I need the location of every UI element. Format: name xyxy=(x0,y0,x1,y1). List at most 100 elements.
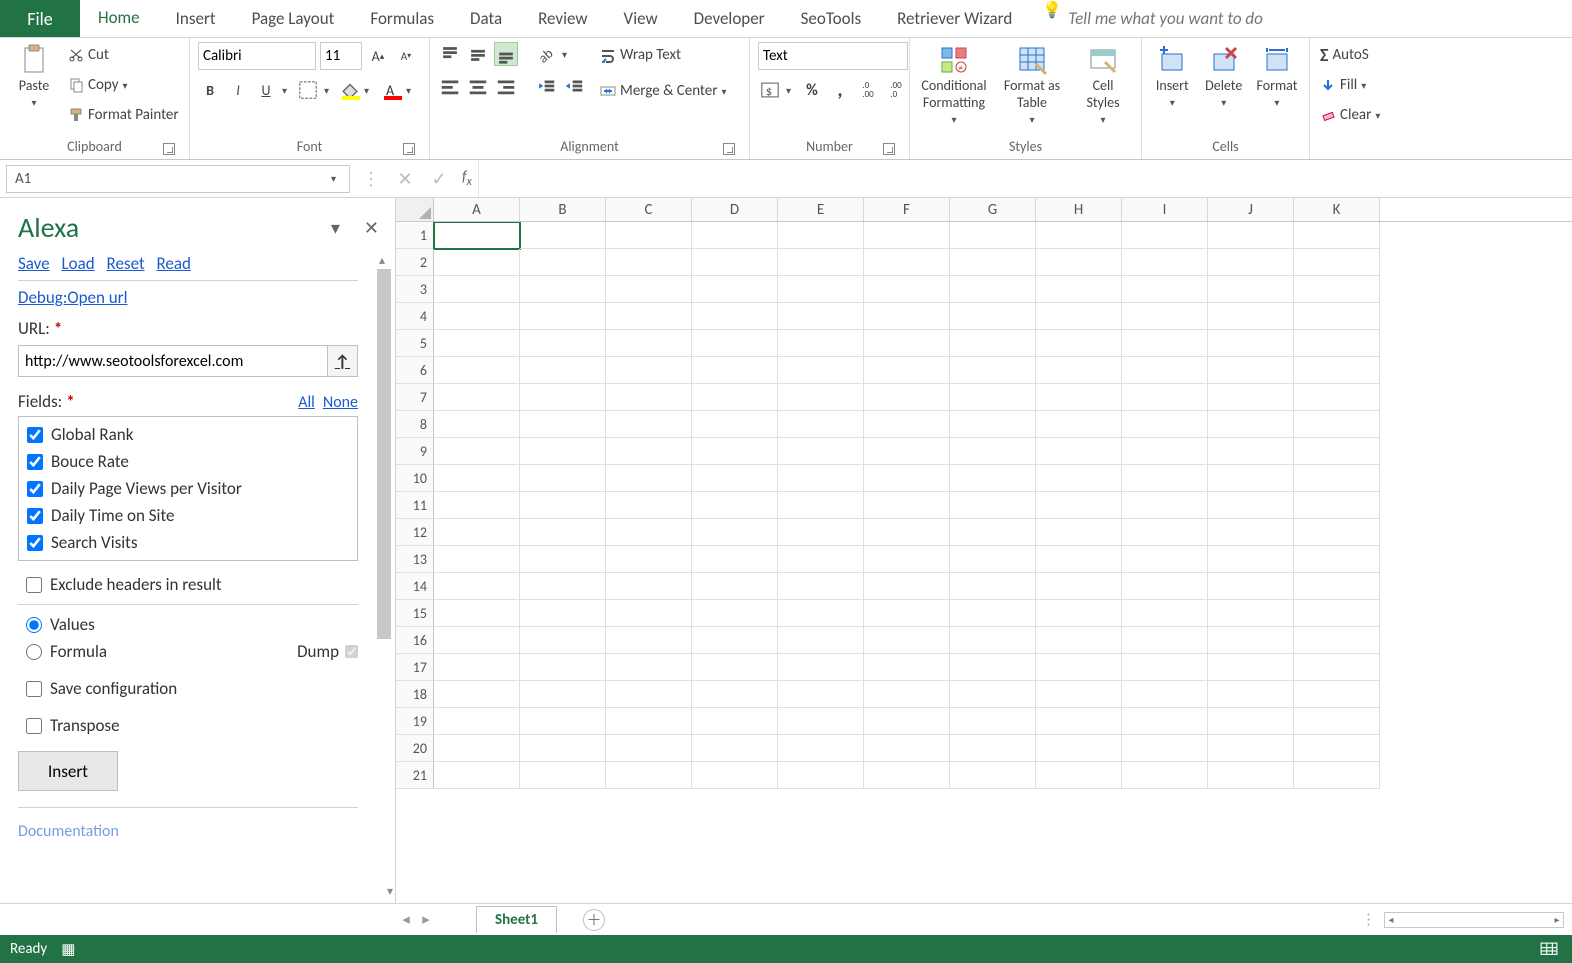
row-header[interactable]: 6 xyxy=(396,357,434,384)
cell[interactable] xyxy=(1122,708,1208,735)
row-header[interactable]: 12 xyxy=(396,519,434,546)
cell[interactable] xyxy=(1294,222,1380,249)
cell[interactable] xyxy=(778,303,864,330)
cell[interactable] xyxy=(434,600,520,627)
cell[interactable] xyxy=(606,222,692,249)
cell[interactable] xyxy=(1122,303,1208,330)
cell[interactable] xyxy=(1122,438,1208,465)
cell[interactable] xyxy=(1208,573,1294,600)
cell[interactable] xyxy=(1294,654,1380,681)
row-header[interactable]: 8 xyxy=(396,411,434,438)
documentation-link[interactable]: Documentation xyxy=(18,822,358,841)
cell[interactable] xyxy=(606,735,692,762)
cell[interactable] xyxy=(1036,465,1122,492)
cell[interactable] xyxy=(1036,708,1122,735)
cell[interactable] xyxy=(950,627,1036,654)
cell[interactable] xyxy=(950,519,1036,546)
cell[interactable] xyxy=(864,573,950,600)
pane-close-button[interactable]: ✕ xyxy=(364,217,379,239)
cell[interactable] xyxy=(1208,330,1294,357)
cell[interactable] xyxy=(864,330,950,357)
cell[interactable] xyxy=(778,708,864,735)
cell[interactable] xyxy=(778,681,864,708)
cell[interactable] xyxy=(950,762,1036,789)
transpose-checkbox[interactable]: Transpose xyxy=(18,712,358,739)
row-header[interactable]: 16 xyxy=(396,627,434,654)
cell[interactable] xyxy=(1036,627,1122,654)
cell[interactable] xyxy=(434,627,520,654)
row-header[interactable]: 18 xyxy=(396,681,434,708)
chevron-down-icon[interactable]: ▾ xyxy=(364,84,374,97)
cell[interactable] xyxy=(778,357,864,384)
row-header[interactable]: 14 xyxy=(396,573,434,600)
cell[interactable] xyxy=(864,654,950,681)
cell[interactable] xyxy=(434,519,520,546)
align-bottom-button[interactable] xyxy=(494,42,518,66)
cell[interactable] xyxy=(520,654,606,681)
chevron-down-icon[interactable]: ▾ xyxy=(1027,114,1037,126)
dump-checkbox[interactable]: Dump xyxy=(297,641,358,662)
field-checkbox[interactable]: Search Visits xyxy=(19,529,357,556)
row-header[interactable]: 4 xyxy=(396,303,434,330)
row-header[interactable]: 17 xyxy=(396,654,434,681)
fx-icon[interactable]: fx xyxy=(456,168,478,189)
orientation-button[interactable]: ab xyxy=(534,42,558,66)
cell[interactable] xyxy=(1122,681,1208,708)
cell[interactable] xyxy=(1036,411,1122,438)
cell[interactable] xyxy=(778,654,864,681)
cell[interactable] xyxy=(1036,519,1122,546)
border-button[interactable] xyxy=(296,78,320,102)
cell[interactable] xyxy=(606,249,692,276)
cell[interactable] xyxy=(1036,681,1122,708)
chevron-down-icon[interactable]: ▾ xyxy=(1272,97,1282,109)
column-header[interactable]: E xyxy=(778,198,864,221)
cell[interactable] xyxy=(692,573,778,600)
chevron-down-icon[interactable]: ▾ xyxy=(282,84,292,97)
cell[interactable] xyxy=(950,222,1036,249)
cell[interactable] xyxy=(864,384,950,411)
cell[interactable] xyxy=(778,600,864,627)
cell[interactable] xyxy=(1294,546,1380,573)
cell[interactable] xyxy=(1122,573,1208,600)
cell[interactable] xyxy=(1122,600,1208,627)
cell[interactable] xyxy=(950,546,1036,573)
cell[interactable] xyxy=(778,492,864,519)
cell[interactable] xyxy=(778,276,864,303)
cell[interactable] xyxy=(778,384,864,411)
cell[interactable] xyxy=(1208,222,1294,249)
cell[interactable] xyxy=(1122,357,1208,384)
chevron-down-icon[interactable]: ▾ xyxy=(786,84,796,97)
cell[interactable] xyxy=(692,762,778,789)
cell[interactable] xyxy=(1208,654,1294,681)
cell[interactable] xyxy=(864,276,950,303)
cell[interactable] xyxy=(1122,330,1208,357)
cell[interactable] xyxy=(950,276,1036,303)
cell[interactable] xyxy=(1208,303,1294,330)
cell[interactable] xyxy=(434,681,520,708)
cell[interactable] xyxy=(1294,384,1380,411)
underline-button[interactable]: U xyxy=(254,78,278,102)
tab-seotools[interactable]: SeoTools xyxy=(783,0,880,37)
field-checkbox[interactable]: Daily Page Views per Visitor xyxy=(19,475,357,502)
cell[interactable] xyxy=(1036,330,1122,357)
cell[interactable] xyxy=(692,222,778,249)
cell[interactable] xyxy=(1122,465,1208,492)
cell[interactable] xyxy=(1208,546,1294,573)
cell[interactable] xyxy=(520,627,606,654)
cell[interactable] xyxy=(1036,438,1122,465)
delete-cells-button[interactable]: Delete▾ xyxy=(1201,42,1247,111)
tab-view[interactable]: View xyxy=(606,0,676,37)
cell[interactable] xyxy=(606,600,692,627)
cell[interactable] xyxy=(1122,546,1208,573)
cell[interactable] xyxy=(1036,546,1122,573)
cell[interactable] xyxy=(1208,762,1294,789)
cell[interactable] xyxy=(778,249,864,276)
cell[interactable] xyxy=(1208,438,1294,465)
cell[interactable] xyxy=(520,546,606,573)
cell[interactable] xyxy=(1294,627,1380,654)
column-header[interactable]: J xyxy=(1208,198,1294,221)
tab-review[interactable]: Review xyxy=(520,0,605,37)
cell[interactable] xyxy=(950,357,1036,384)
new-sheet-button[interactable]: ＋ xyxy=(583,909,605,931)
cell[interactable] xyxy=(434,330,520,357)
